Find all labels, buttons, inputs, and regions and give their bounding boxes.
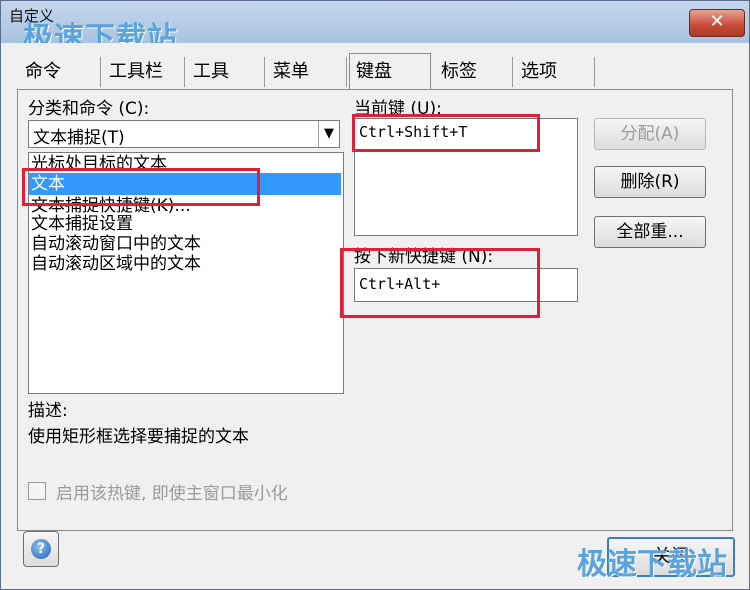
category-selected: 文本捕捉(T) xyxy=(33,128,125,148)
list-item[interactable]: 自动滚动区域中的文本 xyxy=(31,253,201,275)
tab-commands[interactable]: 命令 xyxy=(19,57,101,87)
help-icon: ? xyxy=(31,539,51,559)
tab-labels[interactable]: 标签 xyxy=(435,57,513,87)
description-label: 描述: xyxy=(28,401,68,421)
annotation-box-new-shortcut xyxy=(340,248,540,318)
hotkey-minimized-checkbox[interactable] xyxy=(28,482,46,500)
list-item[interactable]: 自动滚动窗口中的文本 xyxy=(31,233,201,255)
assign-button[interactable]: 分配(A) xyxy=(594,118,706,150)
reset-all-button[interactable]: 全部重... xyxy=(594,216,706,248)
annotation-box-current-key xyxy=(352,114,540,152)
tab-options[interactable]: 选项 xyxy=(515,57,595,87)
tab-tools[interactable]: 工具 xyxy=(187,57,265,87)
description-text: 使用矩形框选择要捕捉的文本 xyxy=(28,427,249,447)
tab-menus[interactable]: 菜单 xyxy=(267,57,347,87)
category-label: 分类和命令 (C): xyxy=(28,99,150,119)
dialog-client-area: 命令 工具栏 工具 菜单 键盘 标签 选项 分类和命令 (C): 文本捕捉(T)… xyxy=(9,43,741,581)
window-close-button[interactable]: ✕ xyxy=(689,9,745,37)
help-button[interactable]: ? xyxy=(23,531,59,567)
list-item[interactable]: 文本捕捉设置 xyxy=(31,213,133,235)
tab-keyboard[interactable]: 键盘 xyxy=(349,53,431,89)
category-combobox[interactable]: 文本捕捉(T) ▼ xyxy=(28,120,340,148)
customize-dialog: 自定义 极速下载站 ✕ 命令 工具栏 工具 菜单 键盘 标签 选项 分类和命令 … xyxy=(0,0,750,590)
tab-toolbars[interactable]: 工具栏 xyxy=(103,57,185,87)
title-bar[interactable]: 自定义 极速下载站 ✕ xyxy=(1,1,749,56)
chevron-down-icon[interactable]: ▼ xyxy=(318,121,339,147)
watermark-bottom: 极速下载站 xyxy=(577,547,727,582)
delete-button[interactable]: 删除(R) xyxy=(594,166,706,198)
annotation-box-selected-item xyxy=(22,168,260,206)
keyboard-tab-panel: 分类和命令 (C): 文本捕捉(T) ▼ 光标处目标的文本 文本 文本捕捉快捷键… xyxy=(17,89,733,531)
hotkey-minimized-label: 启用该热键, 即使主窗口最小化 xyxy=(56,484,288,504)
